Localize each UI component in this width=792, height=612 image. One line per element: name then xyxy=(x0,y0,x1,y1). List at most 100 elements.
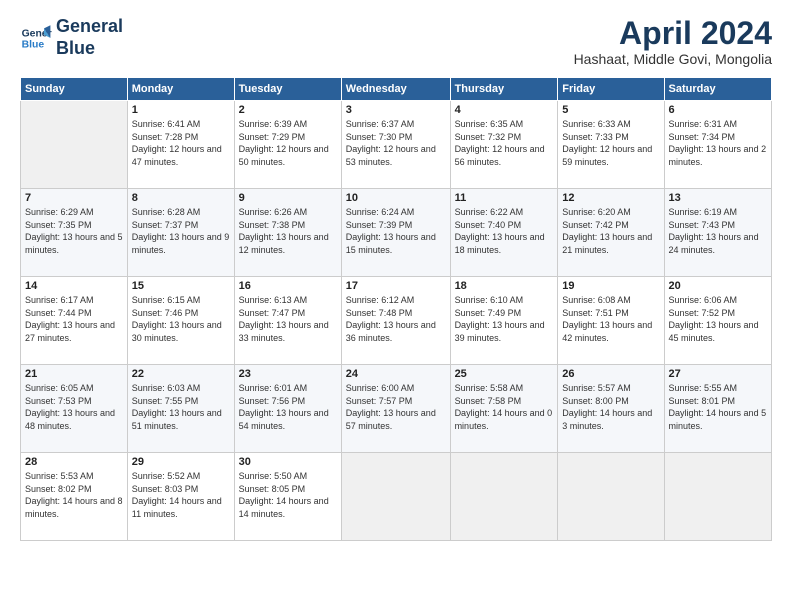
table-row: 9 Sunrise: 6:26 AMSunset: 7:38 PMDayligh… xyxy=(234,189,341,277)
day-number: 14 xyxy=(25,280,123,292)
logo-text: General Blue xyxy=(56,16,123,59)
table-row: 29 Sunrise: 5:52 AMSunset: 8:03 PMDaylig… xyxy=(127,453,234,541)
col-thursday: Thursday xyxy=(450,78,558,101)
table-row: 24 Sunrise: 6:00 AMSunset: 7:57 PMDaylig… xyxy=(341,365,450,453)
calendar-table: Sunday Monday Tuesday Wednesday Thursday… xyxy=(20,77,772,541)
day-number: 11 xyxy=(455,192,554,204)
table-row: 26 Sunrise: 5:57 AMSunset: 8:00 PMDaylig… xyxy=(558,365,664,453)
day-info: Sunrise: 5:57 AMSunset: 8:00 PMDaylight:… xyxy=(562,382,659,432)
calendar-week-row: 21 Sunrise: 6:05 AMSunset: 7:53 PMDaylig… xyxy=(21,365,772,453)
table-row: 23 Sunrise: 6:01 AMSunset: 7:56 PMDaylig… xyxy=(234,365,341,453)
calendar-week-row: 14 Sunrise: 6:17 AMSunset: 7:44 PMDaylig… xyxy=(21,277,772,365)
col-monday: Monday xyxy=(127,78,234,101)
table-row: 15 Sunrise: 6:15 AMSunset: 7:46 PMDaylig… xyxy=(127,277,234,365)
day-info: Sunrise: 6:35 AMSunset: 7:32 PMDaylight:… xyxy=(455,118,554,168)
day-info: Sunrise: 6:37 AMSunset: 7:30 PMDaylight:… xyxy=(346,118,446,168)
calendar-header-row: Sunday Monday Tuesday Wednesday Thursday… xyxy=(21,78,772,101)
day-info: Sunrise: 5:55 AMSunset: 8:01 PMDaylight:… xyxy=(669,382,767,432)
day-info: Sunrise: 6:31 AMSunset: 7:34 PMDaylight:… xyxy=(669,118,767,168)
day-number: 3 xyxy=(346,104,446,116)
table-row: 22 Sunrise: 6:03 AMSunset: 7:55 PMDaylig… xyxy=(127,365,234,453)
day-number: 16 xyxy=(239,280,337,292)
table-row: 16 Sunrise: 6:13 AMSunset: 7:47 PMDaylig… xyxy=(234,277,341,365)
table-row: 8 Sunrise: 6:28 AMSunset: 7:37 PMDayligh… xyxy=(127,189,234,277)
table-row: 4 Sunrise: 6:35 AMSunset: 7:32 PMDayligh… xyxy=(450,101,558,189)
day-number: 1 xyxy=(132,104,230,116)
month-title: April 2024 xyxy=(574,16,772,51)
table-row: 19 Sunrise: 6:08 AMSunset: 7:51 PMDaylig… xyxy=(558,277,664,365)
day-number: 12 xyxy=(562,192,659,204)
calendar-week-row: 7 Sunrise: 6:29 AMSunset: 7:35 PMDayligh… xyxy=(21,189,772,277)
table-row: 20 Sunrise: 6:06 AMSunset: 7:52 PMDaylig… xyxy=(664,277,771,365)
day-info: Sunrise: 5:53 AMSunset: 8:02 PMDaylight:… xyxy=(25,470,123,520)
day-number: 22 xyxy=(132,368,230,380)
table-row: 21 Sunrise: 6:05 AMSunset: 7:53 PMDaylig… xyxy=(21,365,128,453)
table-row xyxy=(450,453,558,541)
day-number: 17 xyxy=(346,280,446,292)
day-info: Sunrise: 6:13 AMSunset: 7:47 PMDaylight:… xyxy=(239,294,337,344)
day-number: 24 xyxy=(346,368,446,380)
table-row: 12 Sunrise: 6:20 AMSunset: 7:42 PMDaylig… xyxy=(558,189,664,277)
day-number: 5 xyxy=(562,104,659,116)
day-info: Sunrise: 6:05 AMSunset: 7:53 PMDaylight:… xyxy=(25,382,123,432)
day-info: Sunrise: 6:24 AMSunset: 7:39 PMDaylight:… xyxy=(346,206,446,256)
table-row: 2 Sunrise: 6:39 AMSunset: 7:29 PMDayligh… xyxy=(234,101,341,189)
header: General Blue General Blue April 2024 Has… xyxy=(20,16,772,67)
table-row: 7 Sunrise: 6:29 AMSunset: 7:35 PMDayligh… xyxy=(21,189,128,277)
day-info: Sunrise: 6:01 AMSunset: 7:56 PMDaylight:… xyxy=(239,382,337,432)
day-info: Sunrise: 6:39 AMSunset: 7:29 PMDaylight:… xyxy=(239,118,337,168)
table-row xyxy=(21,101,128,189)
day-info: Sunrise: 6:00 AMSunset: 7:57 PMDaylight:… xyxy=(346,382,446,432)
day-number: 25 xyxy=(455,368,554,380)
table-row: 3 Sunrise: 6:37 AMSunset: 7:30 PMDayligh… xyxy=(341,101,450,189)
day-number: 6 xyxy=(669,104,767,116)
day-info: Sunrise: 6:41 AMSunset: 7:28 PMDaylight:… xyxy=(132,118,230,168)
table-row xyxy=(664,453,771,541)
table-row: 27 Sunrise: 5:55 AMSunset: 8:01 PMDaylig… xyxy=(664,365,771,453)
day-info: Sunrise: 6:03 AMSunset: 7:55 PMDaylight:… xyxy=(132,382,230,432)
day-number: 29 xyxy=(132,456,230,468)
title-area: April 2024 Hashaat, Middle Govi, Mongoli… xyxy=(574,16,772,67)
day-number: 23 xyxy=(239,368,337,380)
day-number: 30 xyxy=(239,456,337,468)
page: General Blue General Blue April 2024 Has… xyxy=(0,0,792,612)
table-row: 1 Sunrise: 6:41 AMSunset: 7:28 PMDayligh… xyxy=(127,101,234,189)
col-saturday: Saturday xyxy=(664,78,771,101)
day-number: 18 xyxy=(455,280,554,292)
day-number: 21 xyxy=(25,368,123,380)
day-info: Sunrise: 6:12 AMSunset: 7:48 PMDaylight:… xyxy=(346,294,446,344)
table-row: 17 Sunrise: 6:12 AMSunset: 7:48 PMDaylig… xyxy=(341,277,450,365)
table-row: 18 Sunrise: 6:10 AMSunset: 7:49 PMDaylig… xyxy=(450,277,558,365)
day-info: Sunrise: 6:26 AMSunset: 7:38 PMDaylight:… xyxy=(239,206,337,256)
table-row xyxy=(558,453,664,541)
table-row: 13 Sunrise: 6:19 AMSunset: 7:43 PMDaylig… xyxy=(664,189,771,277)
day-info: Sunrise: 6:28 AMSunset: 7:37 PMDaylight:… xyxy=(132,206,230,256)
day-info: Sunrise: 5:58 AMSunset: 7:58 PMDaylight:… xyxy=(455,382,554,432)
table-row: 10 Sunrise: 6:24 AMSunset: 7:39 PMDaylig… xyxy=(341,189,450,277)
day-info: Sunrise: 6:15 AMSunset: 7:46 PMDaylight:… xyxy=(132,294,230,344)
day-number: 26 xyxy=(562,368,659,380)
day-info: Sunrise: 6:33 AMSunset: 7:33 PMDaylight:… xyxy=(562,118,659,168)
day-info: Sunrise: 5:50 AMSunset: 8:05 PMDaylight:… xyxy=(239,470,337,520)
day-info: Sunrise: 6:29 AMSunset: 7:35 PMDaylight:… xyxy=(25,206,123,256)
table-row: 28 Sunrise: 5:53 AMSunset: 8:02 PMDaylig… xyxy=(21,453,128,541)
day-number: 7 xyxy=(25,192,123,204)
subtitle: Hashaat, Middle Govi, Mongolia xyxy=(574,51,772,67)
table-row: 5 Sunrise: 6:33 AMSunset: 7:33 PMDayligh… xyxy=(558,101,664,189)
logo-icon: General Blue xyxy=(20,22,52,54)
day-number: 8 xyxy=(132,192,230,204)
table-row: 14 Sunrise: 6:17 AMSunset: 7:44 PMDaylig… xyxy=(21,277,128,365)
logo: General Blue General Blue xyxy=(20,16,123,59)
table-row xyxy=(341,453,450,541)
table-row: 30 Sunrise: 5:50 AMSunset: 8:05 PMDaylig… xyxy=(234,453,341,541)
col-sunday: Sunday xyxy=(21,78,128,101)
day-number: 15 xyxy=(132,280,230,292)
day-info: Sunrise: 6:06 AMSunset: 7:52 PMDaylight:… xyxy=(669,294,767,344)
table-row: 25 Sunrise: 5:58 AMSunset: 7:58 PMDaylig… xyxy=(450,365,558,453)
col-wednesday: Wednesday xyxy=(341,78,450,101)
day-number: 27 xyxy=(669,368,767,380)
day-number: 20 xyxy=(669,280,767,292)
day-info: Sunrise: 5:52 AMSunset: 8:03 PMDaylight:… xyxy=(132,470,230,520)
day-number: 10 xyxy=(346,192,446,204)
day-info: Sunrise: 6:08 AMSunset: 7:51 PMDaylight:… xyxy=(562,294,659,344)
